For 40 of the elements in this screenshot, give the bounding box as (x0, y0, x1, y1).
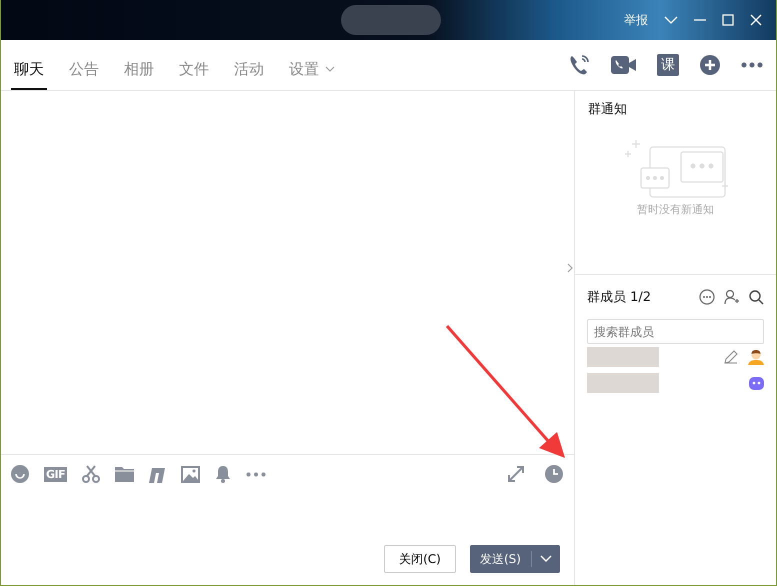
section-title: 群成员 1/2 (587, 289, 652, 306)
smiley-icon[interactable] (11, 465, 29, 483)
person-avatar-icon (748, 349, 764, 365)
tab[interactable]: 设置 (286, 40, 338, 90)
more-icon[interactable] (741, 62, 763, 68)
blurred-member-name (587, 347, 659, 367)
pencil-icon[interactable] (724, 350, 738, 364)
caret-icon[interactable] (540, 555, 552, 563)
chevron-right-icon[interactable] (567, 263, 573, 273)
tab[interactable]: 公告 (66, 40, 102, 90)
robot-icon (749, 376, 764, 390)
report-button[interactable]: 举报 (624, 12, 648, 28)
more-icon[interactable] (246, 472, 266, 476)
add-icon[interactable] (699, 54, 721, 76)
chat-bubble-icon[interactable] (699, 289, 715, 305)
tab[interactable]: 活动 (231, 40, 267, 90)
expand-icon[interactable] (507, 465, 525, 483)
folder-icon[interactable] (115, 466, 134, 482)
blurred-member-name (587, 373, 659, 393)
chevron-down-icon[interactable] (664, 15, 678, 25)
empty-notice-text: 暂时没有新通知 (637, 202, 714, 217)
section-title: 群通知 (587, 101, 627, 118)
tab[interactable]: 相册 (121, 40, 157, 90)
clock-icon[interactable] (545, 465, 563, 483)
tab[interactable]: 文件 (176, 40, 212, 90)
add-member-icon[interactable] (724, 289, 740, 305)
close-icon[interactable] (750, 14, 762, 26)
search-icon[interactable] (749, 290, 764, 304)
lesson-button[interactable]: 课 (657, 54, 679, 76)
scissors-icon[interactable] (82, 465, 100, 483)
maximize-icon[interactable] (722, 14, 734, 26)
tab[interactable]: 聊天 (11, 40, 47, 90)
bell-icon[interactable] (215, 465, 232, 483)
gif-button[interactable]: GIF (44, 466, 68, 482)
music-note-icon[interactable] (149, 466, 166, 482)
send-button[interactable]: 发送(S) (470, 551, 532, 567)
image-icon[interactable] (181, 466, 200, 482)
close-button[interactable]: 关闭(C) (384, 545, 456, 573)
member-search-field[interactable]: 搜索群成员 (587, 319, 764, 344)
video-call-icon[interactable] (611, 55, 637, 75)
